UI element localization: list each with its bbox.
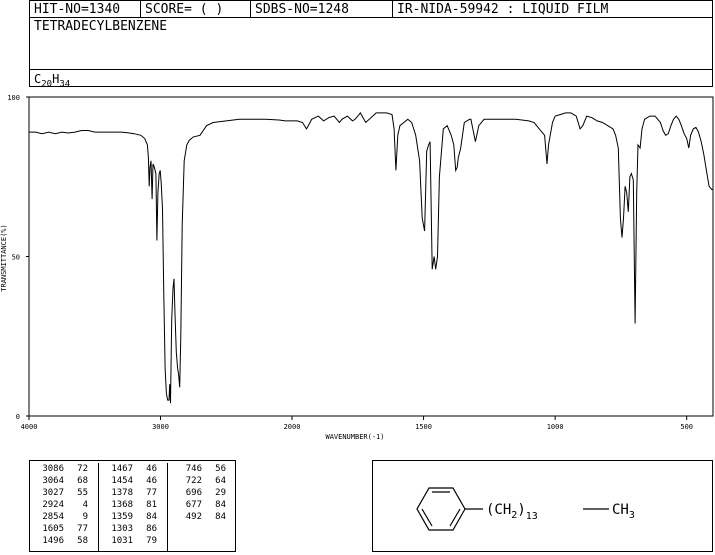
peak-row: 492 84 [168, 511, 235, 523]
x-tick-label: 2000 [284, 423, 301, 431]
peak-row: 1031 79 [99, 535, 166, 547]
peak-row: 3086 72 [30, 463, 98, 475]
peak-transmittance: 84 [215, 500, 226, 510]
benzene-ring [416, 487, 483, 531]
y-axis-label: TRANSMITTANCE(%) [0, 224, 8, 291]
peak-transmittance: 81 [146, 500, 157, 510]
peak-wavenumber: 1378 [111, 488, 133, 498]
terminal-sub-3: 3 [629, 510, 635, 521]
peak-row: 1303 86 [99, 523, 166, 535]
peak-row: 1496 58 [30, 535, 98, 547]
header-info-row: HIT-NO=1340 SCORE= ( ) SDBS-NO=1248 IR-N… [30, 1, 712, 18]
peak-wavenumber: 696 [185, 488, 202, 498]
peak-wavenumber: 1031 [111, 536, 133, 546]
peak-transmittance: 68 [77, 476, 88, 486]
peak-transmittance: 9 [82, 512, 88, 522]
peak-transmittance: 77 [77, 524, 88, 534]
peak-transmittance: 84 [146, 512, 157, 522]
peak-transmittance: 56 [215, 464, 226, 474]
peak-wavenumber: 722 [185, 476, 202, 486]
peak-row: 677 84 [168, 499, 235, 511]
peak-transmittance: 79 [146, 536, 157, 546]
peak-row: 1368 81 [99, 499, 166, 511]
peak-transmittance: 86 [146, 524, 157, 534]
peak-row: 3027 55 [30, 487, 98, 499]
x-tick-label: 4000 [21, 423, 38, 431]
y-axis-ticks: 0 50 100 [7, 94, 29, 421]
chain-open: (CH [486, 502, 511, 518]
x-axis-ticks: 4000 3000 2000 1500 1000 500 [21, 416, 693, 431]
peak-row: 746 56 [168, 463, 235, 475]
peak-row: 3064 68 [30, 475, 98, 487]
peak-wavenumber: 3086 [42, 464, 64, 474]
peak-transmittance: 29 [215, 488, 226, 498]
peak-wavenumber: 1359 [111, 512, 133, 522]
terminal-group: CH3 [612, 502, 635, 521]
peak-wavenumber: 1368 [111, 500, 133, 510]
peak-transmittance: 4 [82, 500, 88, 510]
measurement-method: IR-NIDA-59942 : LIQUID FILM [397, 2, 609, 17]
x-tick-label: 1500 [415, 423, 432, 431]
terminal-ch: CH [612, 502, 629, 518]
peak-wavenumber: 677 [185, 500, 202, 510]
x-tick-label: 1000 [547, 423, 564, 431]
peak-transmittance: 72 [77, 464, 88, 474]
structure-drawing: (CH2)13 CH3 [416, 487, 635, 531]
peak-wavenumber: 3027 [42, 488, 64, 498]
peak-row: 1359 84 [99, 511, 166, 523]
plot-border [28, 96, 714, 417]
peak-row: 2854 9 [30, 511, 98, 523]
peak-wavenumber: 1496 [42, 536, 64, 546]
transmittance-series-line [29, 112, 713, 404]
peak-column-1: 3086 72 3064 68 3027 55 2924 4 2854 9 1605 77 1496 58 [30, 463, 98, 551]
peak-wavenumber: 1303 [111, 524, 133, 534]
x-axis-label: WAVENUMBER(-1) [325, 433, 384, 441]
plot-frame [28, 96, 714, 417]
peak-row: 1454 46 [99, 475, 166, 487]
chain-group: (CH2)13 [486, 502, 538, 522]
x-tick-label: 500 [680, 423, 693, 431]
peak-row: 1378 77 [99, 487, 166, 499]
compound-name: TETRADECYLBENZENE [34, 19, 168, 34]
peak-table: 3086 72 3064 68 3027 55 2924 4 2854 9 1605 77 1496 58… [29, 460, 236, 552]
peak-wavenumber: 1605 [42, 524, 64, 534]
peak-transmittance: 64 [215, 476, 226, 486]
peak-transmittance: 46 [146, 464, 157, 474]
sdbs-number: SDBS-NO=1248 [251, 1, 393, 18]
peak-row: 1605 77 [30, 523, 98, 535]
peak-column-2: 1467 46 1454 46 1378 77 1368 81 1359 84 1303 86 1031… [98, 463, 166, 551]
chain-close: ) [517, 502, 525, 518]
ir-spectrum-chart: 4000 3000 2000 1500 1000 500 0 50 100 WAVENUMBE… [0, 94, 714, 441]
spectrum-header: HIT-NO=1340 SCORE= ( ) SDBS-NO=1248 IR-N… [29, 0, 713, 89]
peak-wavenumber: 746 [185, 464, 202, 474]
peak-wavenumber: 3064 [42, 476, 64, 486]
peak-wavenumber: 1454 [111, 476, 133, 486]
peak-transmittance: 84 [215, 512, 226, 522]
peak-wavenumber: 1467 [111, 464, 133, 474]
peak-transmittance: 77 [146, 488, 157, 498]
peak-row: 696 29 [168, 487, 235, 499]
peak-wavenumber: 2924 [42, 500, 64, 510]
peak-row: 722 64 [168, 475, 235, 487]
formula-divider [30, 69, 712, 70]
hit-number: HIT-NO=1340 [30, 1, 141, 18]
peak-transmittance: 58 [77, 536, 88, 546]
x-tick-label: 3000 [152, 423, 169, 431]
y-tick-label: 100 [7, 94, 20, 102]
y-tick-label: 0 [16, 413, 20, 421]
peak-transmittance: 46 [146, 476, 157, 486]
repeat-count: 13 [526, 511, 538, 522]
peak-column-3: 746 56 722 64 696 29 677 84 492 84 [167, 463, 235, 551]
peak-wavenumber: 2854 [42, 512, 64, 522]
peak-row: 1467 46 [99, 463, 166, 475]
peak-transmittance: 55 [77, 488, 88, 498]
peak-wavenumber: 492 [185, 512, 202, 522]
structure-panel: (CH2)13 CH3 [372, 460, 713, 552]
score: SCORE= ( ) [141, 1, 251, 18]
peak-row: 2924 4 [30, 499, 98, 511]
y-tick-label: 50 [12, 254, 20, 262]
